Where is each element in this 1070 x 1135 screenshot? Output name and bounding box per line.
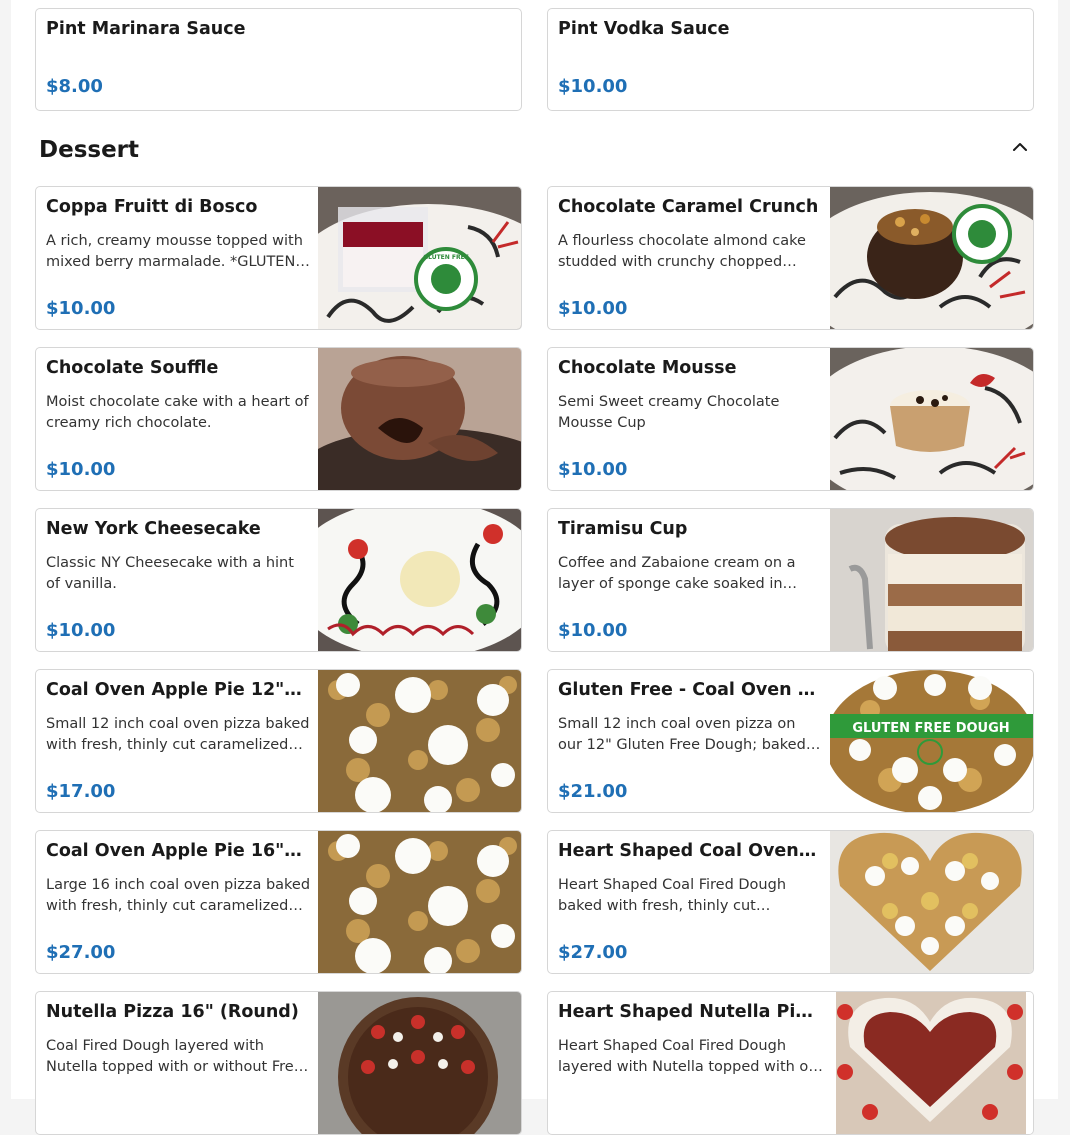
menu-item-card[interactable]: Heart Shaped Coal Oven Apple Pie Heart S…: [547, 830, 1034, 974]
menu-item-card[interactable]: Heart Shaped Nutella Pizza Heart Shaped …: [547, 991, 1034, 1135]
item-name: Tiramisu Cup: [558, 519, 688, 539]
menu-item-card[interactable]: Coppa Fruitt di Bosco A rich, creamy mou…: [35, 186, 522, 330]
apple-pie-pizza-photo: [318, 670, 521, 812]
chocolate-mousse-cup-photo: [830, 348, 1033, 490]
menu-item-card[interactable]: Chocolate Caramel Crunch A flourless cho…: [547, 186, 1034, 330]
sauce-grid: Pint Marinara Sauce $8.00 Pint Vodka Sau…: [35, 8, 1034, 111]
item-description: A flourless chocolate almond cake studde…: [558, 233, 806, 270]
item-description: Small 12 inch coal oven pizza baked with…: [46, 716, 310, 753]
menu-item-card[interactable]: Coal Oven Apple Pie 16" (Round) Large 16…: [35, 830, 522, 974]
heart-nutella-pizza-photo: [830, 992, 1033, 1134]
menu-item-card[interactable]: Gluten Free - Coal Oven Apple Pie 12" Sm…: [547, 669, 1034, 813]
item-name: Heart Shaped Coal Oven Apple Pie: [558, 841, 819, 861]
item-name: Pint Vodka Sauce: [558, 19, 730, 39]
menu-item-card[interactable]: Chocolate Souffle Moist chocolate cake w…: [35, 347, 522, 491]
gluten-free-seal-text: GLUTEN FREE: [423, 254, 469, 261]
item-price: $10.00: [558, 76, 628, 97]
item-description: Coffee and Zabaione cream on a layer of …: [558, 555, 796, 592]
item-description: A rich, creamy mousse topped with mixed …: [46, 233, 303, 270]
chocolate-souffle-photo: [318, 348, 521, 490]
item-name: Coppa Fruitt di Bosco: [46, 197, 258, 217]
menu-item-card[interactable]: Pint Marinara Sauce $8.00: [35, 8, 522, 111]
item-price: $21.00: [558, 781, 628, 802]
item-name: Gluten Free - Coal Oven Apple Pie 12": [558, 680, 819, 700]
menu-item-card[interactable]: Coal Oven Apple Pie 12" (Round) Small 12…: [35, 669, 522, 813]
chevron-up-icon[interactable]: [1006, 134, 1034, 162]
item-name: New York Cheesecake: [46, 519, 261, 539]
apple-pie-pizza-photo: [318, 831, 521, 973]
item-name: Chocolate Souffle: [46, 358, 219, 378]
gluten-free-apple-pie-pizza-photo: GLUTEN FREE DOUGH: [830, 670, 1033, 812]
tiramisu-cup-photo: [830, 509, 1033, 651]
item-price: $10.00: [558, 620, 628, 641]
item-price: $17.00: [46, 781, 116, 802]
section-title: Dessert: [39, 137, 140, 163]
dessert-section-header[interactable]: Dessert: [39, 134, 1034, 170]
gluten-free-dough-banner: GLUTEN FREE DOUGH: [852, 721, 1009, 736]
item-description: Coal Fired Dough layered with Nutella to…: [46, 1038, 311, 1075]
item-description: Heart Shaped Coal Fired Dough layered wi…: [558, 1038, 815, 1075]
item-description: Large 16 inch coal oven pizza baked with…: [46, 877, 311, 914]
menu-item-card[interactable]: Nutella Pizza 16" (Round) Coal Fired Dou…: [35, 991, 522, 1135]
nutella-pizza-photo: [318, 992, 521, 1134]
heart-apple-pie-pizza-photo: [830, 831, 1033, 973]
item-name: Pint Marinara Sauce: [46, 19, 246, 39]
item-price: $10.00: [46, 459, 116, 480]
menu-item-card[interactable]: Pint Vodka Sauce $10.00: [547, 8, 1034, 111]
item-description: Heart Shaped Coal Fired Dough baked with…: [558, 877, 787, 914]
item-price: $8.00: [46, 76, 103, 97]
item-name: Heart Shaped Nutella Pizza: [558, 1002, 819, 1022]
item-name: Nutella Pizza 16" (Round): [46, 1002, 299, 1022]
item-name: Coal Oven Apple Pie 16" (Round): [46, 841, 307, 861]
item-price: $10.00: [558, 459, 628, 480]
item-price: $27.00: [46, 942, 116, 963]
menu-item-card[interactable]: New York Cheesecake Classic NY Cheesecak…: [35, 508, 522, 652]
item-name: Chocolate Caramel Crunch: [558, 197, 819, 217]
menu-page: Pint Marinara Sauce $8.00 Pint Vodka Sau…: [11, 0, 1058, 1135]
berry-mousse-cup-photo: GLUTEN FREE: [318, 187, 521, 329]
item-name: Chocolate Mousse: [558, 358, 737, 378]
item-price: $10.00: [46, 298, 116, 319]
item-description: Semi Sweet creamy Chocolate Mousse Cup: [558, 394, 780, 431]
item-description: Small 12 inch coal oven pizza on our 12"…: [558, 716, 806, 753]
cheesecake-photo: [318, 509, 521, 651]
item-price: $10.00: [46, 620, 116, 641]
menu-item-card[interactable]: Tiramisu Cup Coffee and Zabaione cream o…: [547, 508, 1034, 652]
item-description: Classic NY Cheesecake with a hint of van…: [46, 555, 294, 592]
item-name: Coal Oven Apple Pie 12" (Round): [46, 680, 307, 700]
item-price: $27.00: [558, 942, 628, 963]
item-description: Moist chocolate cake with a heart of cre…: [46, 394, 309, 431]
item-price: $10.00: [558, 298, 628, 319]
chocolate-crunch-cake-photo: [830, 187, 1033, 329]
menu-item-card[interactable]: Chocolate Mousse Semi Sweet creamy Choco…: [547, 347, 1034, 491]
dessert-grid: Coppa Fruitt di Bosco A rich, creamy mou…: [35, 186, 1034, 1135]
